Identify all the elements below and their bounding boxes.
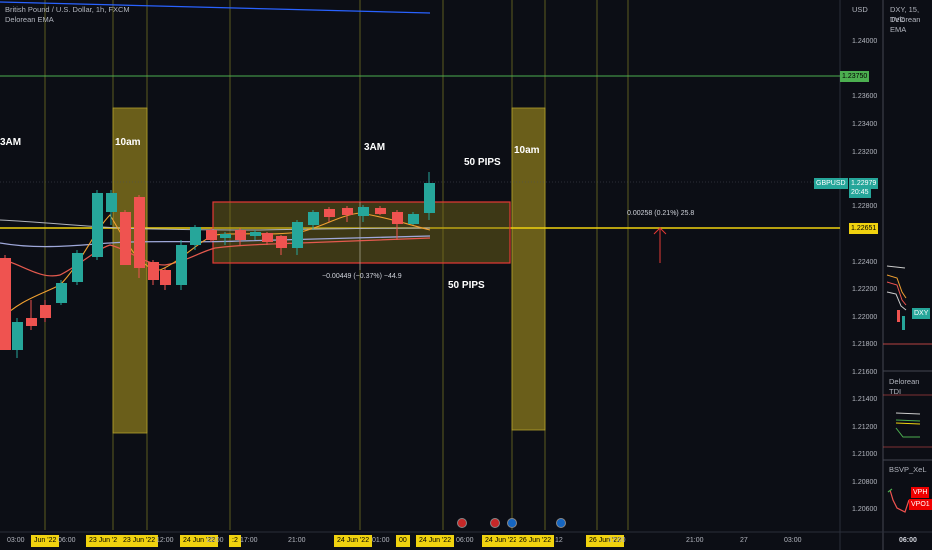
vpo-badge: VPO1 [909, 499, 932, 510]
candle-body[interactable] [308, 212, 319, 225]
event-flag-icon[interactable] [490, 518, 500, 528]
candle-body[interactable] [424, 183, 435, 213]
price-tick-label: 1.23200 [852, 149, 878, 156]
label-10am-left[interactable]: 10am [115, 137, 141, 148]
candle-body[interactable] [262, 233, 273, 242]
time-axis-label: 12 [555, 537, 563, 544]
bsvp-label[interactable]: BSVP_XeL [889, 465, 927, 475]
time-axis-label: 03:00 [7, 537, 25, 544]
yellow-level-badge: 1.22651 [849, 223, 879, 234]
candle-body[interactable] [176, 245, 187, 285]
time-axis-label: 26 Jun '22 [516, 535, 555, 547]
chart-symbol-title[interactable]: British Pound / U.S. Dollar, 1h, FXCM [5, 5, 130, 15]
candle-body[interactable] [190, 227, 201, 245]
candle-body[interactable] [358, 207, 369, 216]
candle-body[interactable] [408, 214, 419, 224]
candle-body[interactable] [220, 234, 231, 238]
price-chart[interactable] [0, 0, 932, 550]
up-measure-label: 0.00258 (0.21%) 25.8 [627, 210, 695, 217]
time-axis-label: 21:00 [288, 537, 306, 544]
candle-body[interactable] [250, 232, 261, 236]
time-axis-label: 23 Jun '2 [86, 535, 121, 547]
candle-body[interactable] [276, 236, 287, 248]
candle-body[interactable] [375, 208, 386, 214]
label-3am-left[interactable]: 3AM [0, 137, 21, 148]
dxy-badge: DXY [912, 308, 931, 319]
candle-body[interactable] [92, 193, 103, 257]
label-3am-mid[interactable]: 3AM [364, 142, 385, 153]
candle-body[interactable] [26, 318, 37, 326]
price-tick-label: 1.21600 [852, 369, 878, 376]
price-tick-label: 1.20600 [852, 506, 878, 513]
label-50pips-bottom[interactable]: 50 PIPS [448, 280, 485, 291]
tdi-label[interactable]: Delorean TDI [889, 377, 932, 397]
candle-body[interactable] [0, 258, 11, 350]
event-flag-icon[interactable] [457, 518, 467, 528]
time-axis-label: 03:00 [784, 537, 802, 544]
zone-10am-right[interactable] [511, 107, 546, 431]
indicator-label[interactable]: Delorean EMA [5, 15, 54, 25]
time-axis-label: Jun '22 [31, 535, 60, 547]
time-axis-label: 06:00 [456, 537, 474, 544]
time-axis-label: 15:00 [206, 537, 224, 544]
price-tick-label: 1.21400 [852, 396, 878, 403]
price-tick-label: 1.22800 [852, 203, 878, 210]
time-axis-label: 24 Jun '22 [482, 535, 521, 547]
time-axis-label: 17:00 [608, 537, 626, 544]
price-tick-label: 1.24000 [852, 38, 878, 45]
candle-body[interactable] [134, 197, 145, 268]
event-flag-icon[interactable] [556, 518, 566, 528]
price-tick-label: 1.23400 [852, 121, 878, 128]
candle-body[interactable] [160, 270, 171, 285]
price-tick-label: 1.21200 [852, 424, 878, 431]
green-level-badge: 1.23750 [840, 71, 870, 82]
price-tick-label: 1.21000 [852, 451, 878, 458]
time-axis-label: 24 Jun '22 [416, 535, 455, 547]
countdown-badge: 20:45 [849, 187, 871, 198]
time-axis-label: 06:00 [58, 537, 76, 544]
price-tick-label: 1.20800 [852, 479, 878, 486]
price-tick-label: 1.21800 [852, 341, 878, 348]
candle-body[interactable] [72, 253, 83, 282]
time-axis-label: 21:00 [686, 537, 704, 544]
candle-body[interactable] [120, 212, 131, 265]
price-tick-label: 1.22200 [852, 286, 878, 293]
currency-label: USD [852, 5, 868, 14]
time-axis-label: 24 Jun '22 [334, 535, 373, 547]
candles[interactable] [0, 172, 435, 358]
event-flag-icon[interactable] [507, 518, 517, 528]
time-axis-label: 12:00 [156, 537, 174, 544]
label-10am-right[interactable]: 10am [514, 145, 540, 156]
zone-10am-left[interactable] [112, 107, 148, 434]
candle-body[interactable] [148, 262, 159, 280]
time-axis-label: 01:00 [372, 537, 390, 544]
candle-body[interactable] [392, 212, 403, 224]
label-50pips-top[interactable]: 50 PIPS [464, 157, 501, 168]
candle-body[interactable] [324, 209, 335, 217]
candle-body[interactable] [106, 193, 117, 212]
candle-body[interactable] [206, 230, 217, 240]
symbol-badge: GBPUSD [814, 178, 848, 189]
candle-body[interactable] [235, 230, 246, 240]
candle-body[interactable] [40, 305, 51, 318]
time-axis-label: 23 Jun '22 [120, 535, 159, 547]
candle-body[interactable] [292, 222, 303, 248]
candle-body[interactable] [12, 322, 23, 350]
price-tick-label: 1.22400 [852, 259, 878, 266]
dxy-time-label: 06:00 [899, 537, 917, 544]
time-axis-label: 17:00 [240, 537, 258, 544]
time-axis-label: 27 [740, 537, 748, 544]
price-tick-label: 1.22000 [852, 314, 878, 321]
candle-body[interactable] [56, 283, 67, 303]
candle-body[interactable] [342, 208, 353, 215]
time-axis-label: 00 [396, 535, 410, 547]
dxy-indicator[interactable]: Delorean EMA [890, 15, 932, 35]
vph-badge: VPH [911, 487, 930, 498]
range-measure-label: −0.00449 (−0.37%) −44.9 [322, 273, 402, 280]
price-tick-label: 1.23600 [852, 93, 878, 100]
